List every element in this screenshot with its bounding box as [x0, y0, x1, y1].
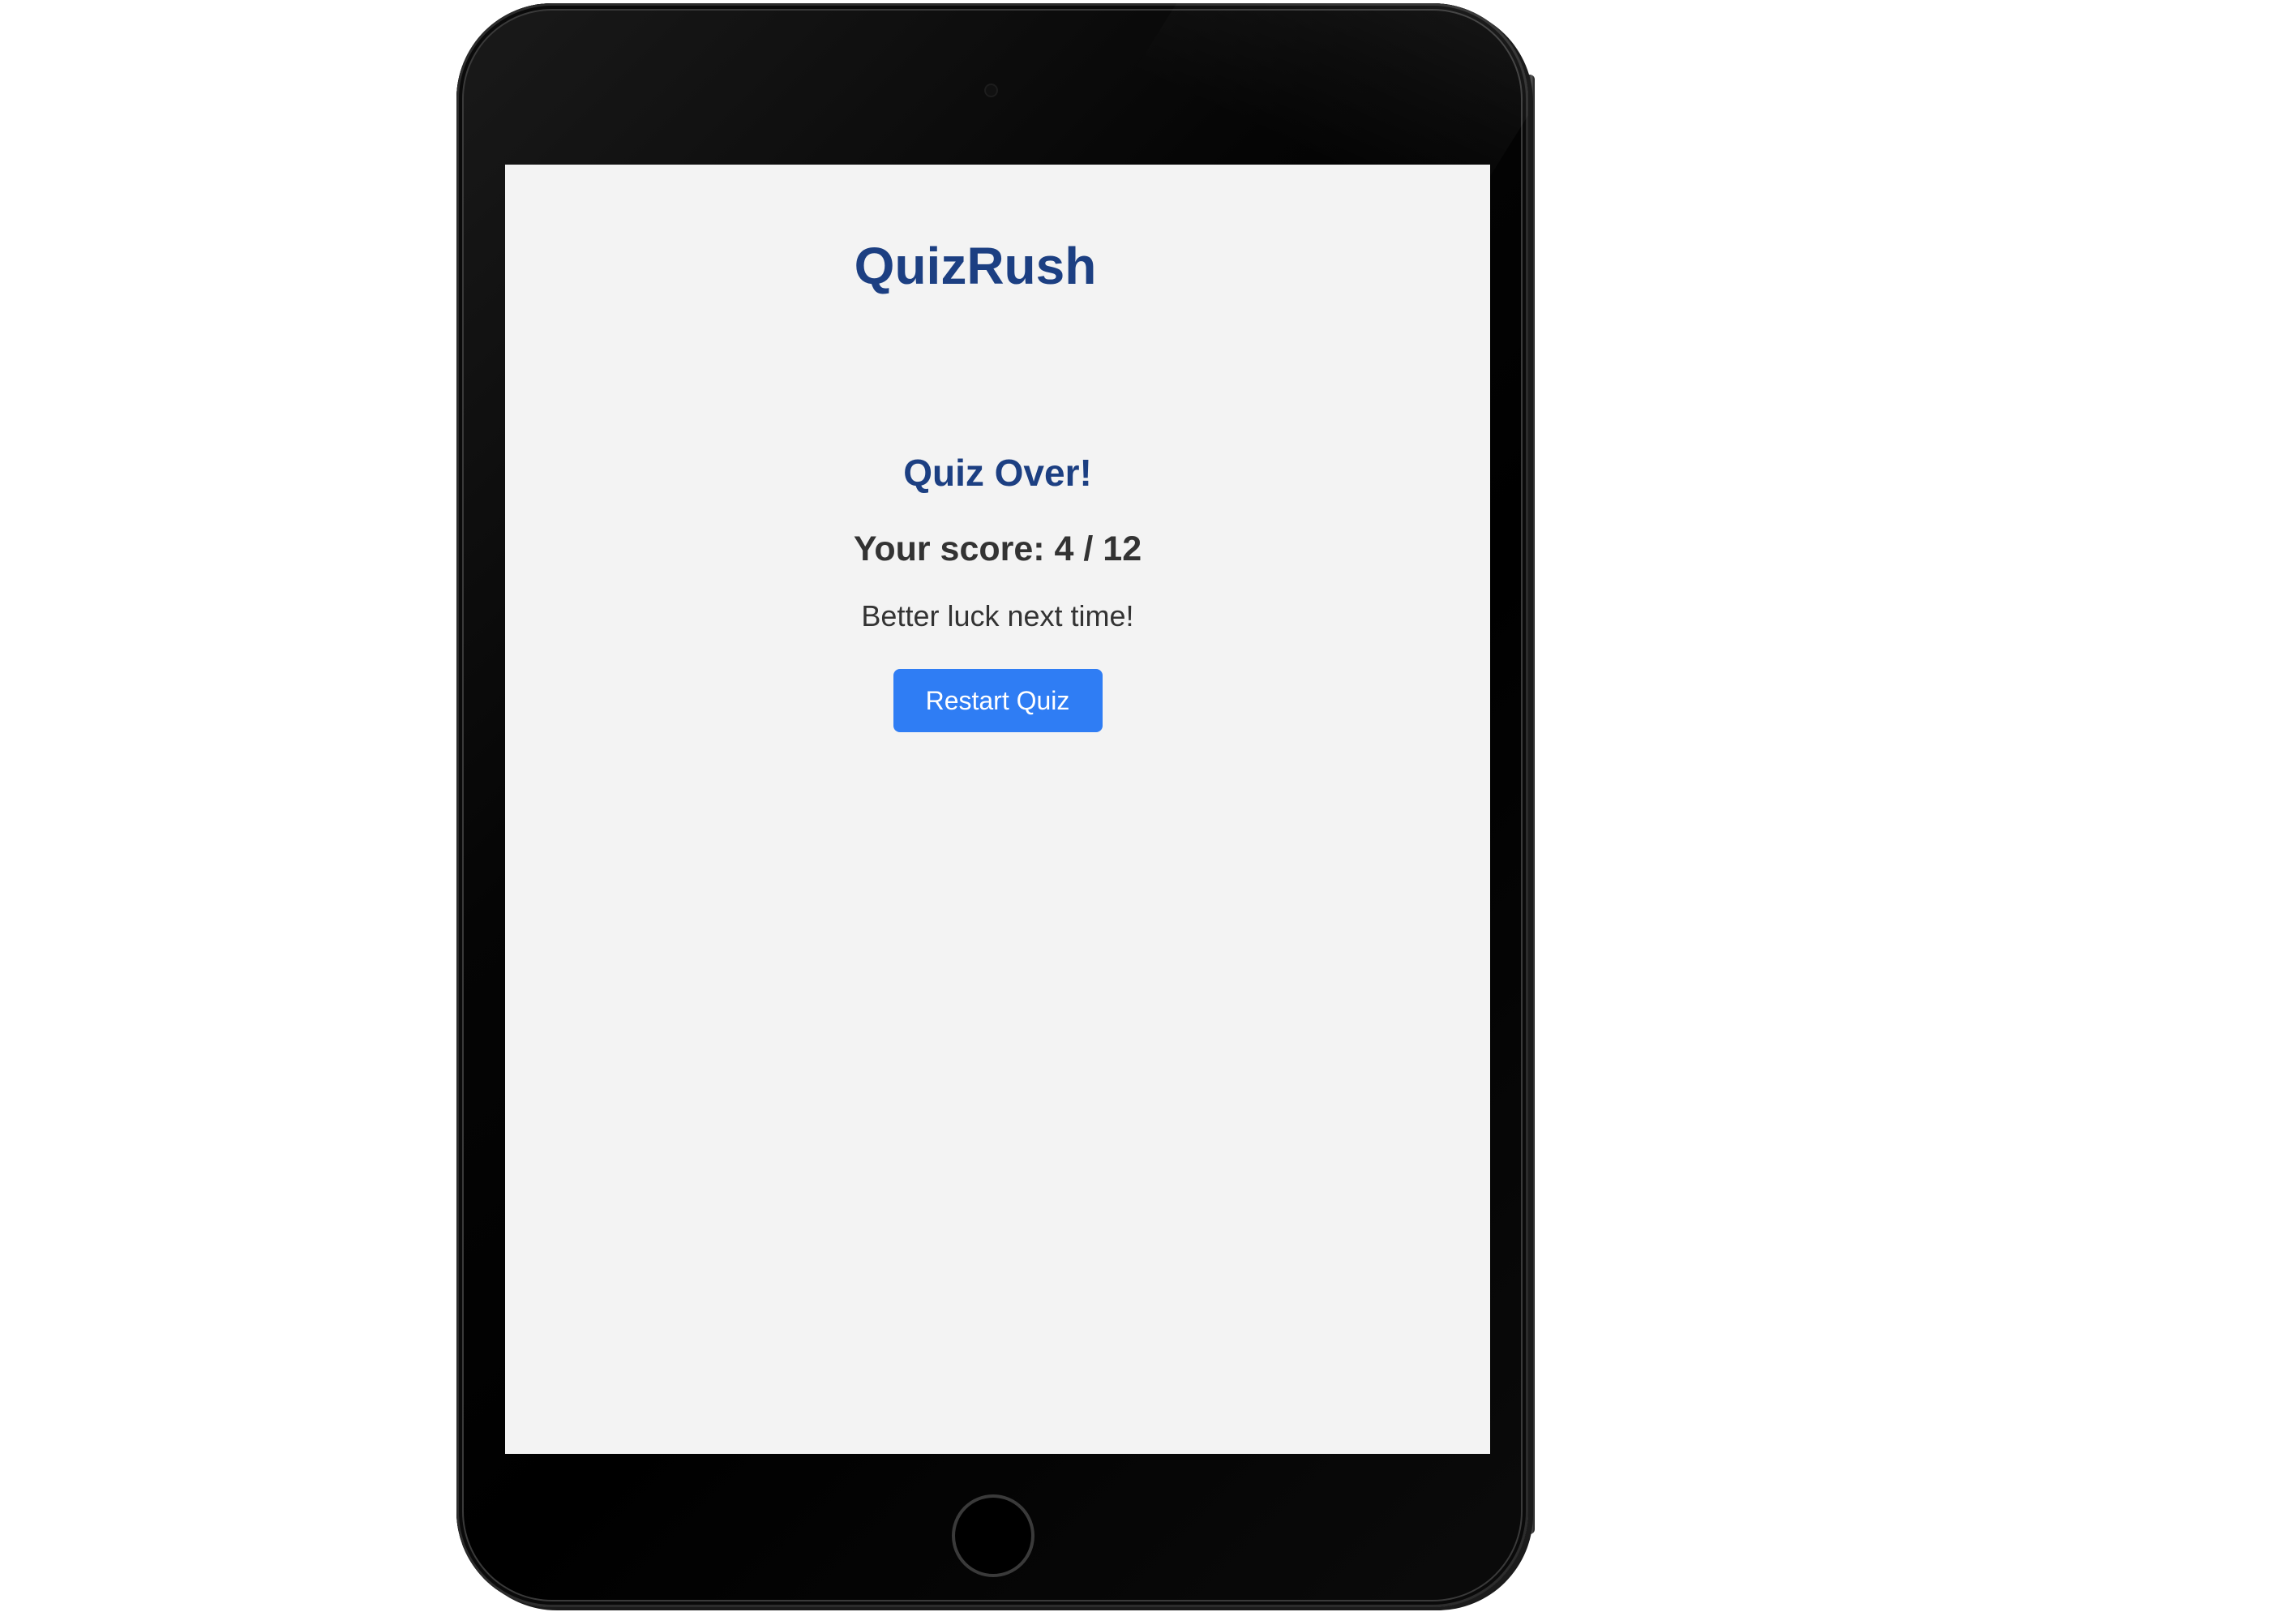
device-side-button [1528, 75, 1535, 1534]
tablet-screen: QuizRush Quiz Over! Your score: 4 / 12 B… [505, 165, 1490, 1454]
home-button-icon[interactable] [952, 1494, 1034, 1577]
restart-quiz-button[interactable]: Restart Quiz [893, 669, 1103, 732]
device-glare [1064, 3, 1528, 182]
page-canvas: QuizRush Quiz Over! Your score: 4 / 12 B… [0, 0, 2296, 1612]
score-text: Your score: 4 / 12 [853, 529, 1142, 568]
camera-icon [986, 85, 996, 96]
results-heading: Quiz Over! [903, 452, 1092, 494]
results-panel: Quiz Over! Your score: 4 / 12 Better luc… [505, 450, 1490, 732]
result-message: Better luck next time! [861, 599, 1134, 632]
app-title: QuizRush [854, 237, 1097, 295]
